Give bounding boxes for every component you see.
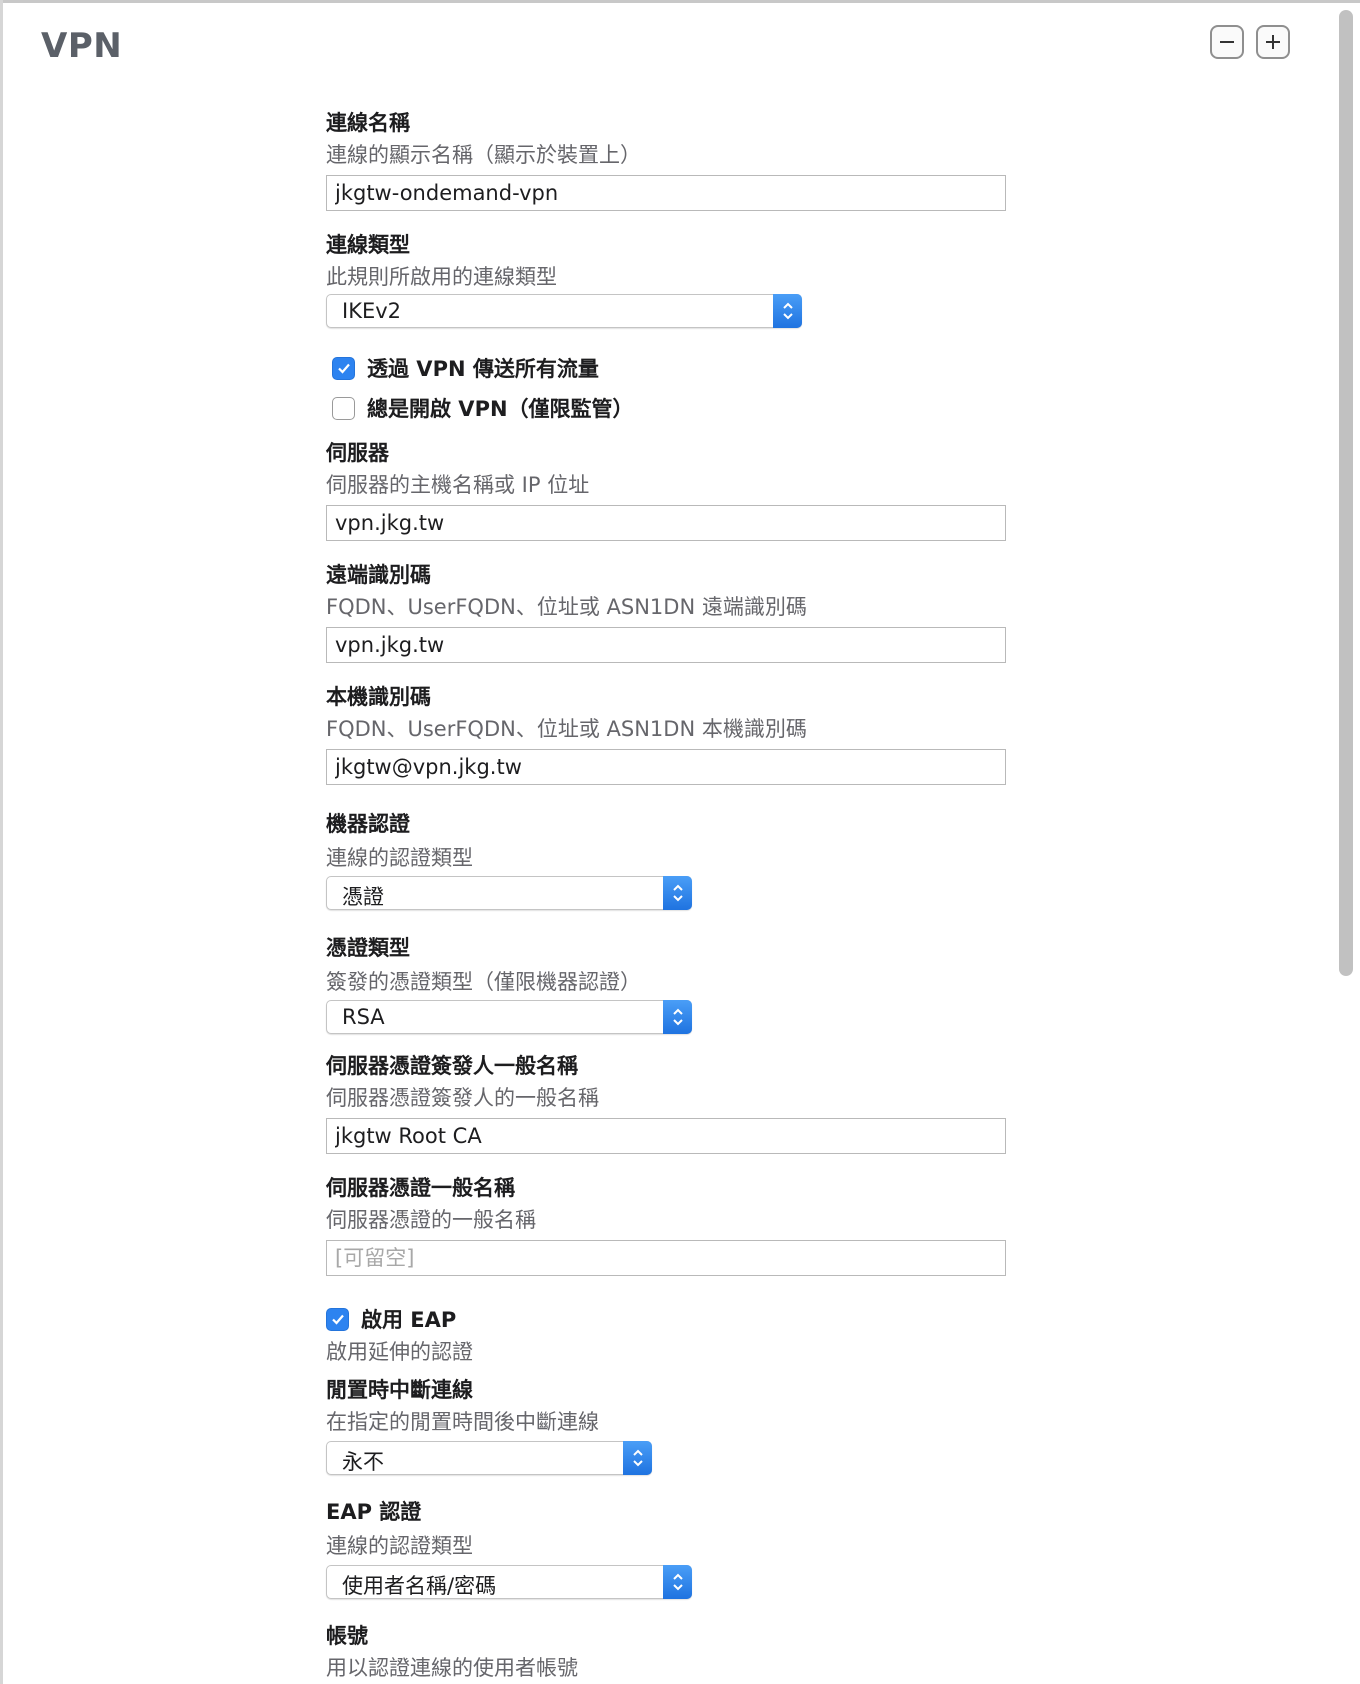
- machine-auth-select[interactable]: 憑證: [326, 876, 692, 910]
- cert-type-desc: 簽發的憑證類型（僅限機器認證）: [326, 970, 641, 994]
- chevron-up-down-icon: [623, 1441, 652, 1475]
- minus-icon: [1220, 41, 1234, 43]
- local-id-title: 本機識別碼: [326, 685, 431, 709]
- idle-disconnect-select[interactable]: 永不: [326, 1441, 652, 1475]
- cert-type-select[interactable]: RSA: [326, 1000, 692, 1034]
- eap-auth-desc: 連線的認證類型: [326, 1534, 473, 1558]
- eap-auth-select[interactable]: 使用者名稱/密碼: [326, 1565, 692, 1599]
- machine-auth-title: 機器認證: [326, 812, 410, 836]
- idle-disconnect-title: 閒置時中斷連線: [326, 1378, 473, 1402]
- checkmark-icon: [331, 1314, 344, 1325]
- enable-eap-desc: 啟用延伸的認證: [326, 1340, 473, 1364]
- pane-title: VPN: [41, 26, 123, 66]
- machine-auth-desc: 連線的認證類型: [326, 846, 473, 870]
- always-on-checkbox[interactable]: [332, 396, 355, 420]
- enable-eap-checkbox-row[interactable]: 啟用 EAP: [326, 1304, 456, 1334]
- plus-icon: [1266, 35, 1280, 49]
- connection-type-select[interactable]: IKEv2: [326, 294, 802, 328]
- chevron-up-down-icon: [663, 1565, 692, 1599]
- cert-type-title: 憑證類型: [326, 936, 410, 960]
- server-cert-cn-input[interactable]: [326, 1240, 1006, 1276]
- server-cert-issuer-cn-desc: 伺服器憑證簽發人的一般名稱: [326, 1086, 599, 1110]
- connection-name-title: 連線名稱: [326, 111, 410, 135]
- remote-id-input[interactable]: [326, 627, 1006, 663]
- local-id-desc: FQDN、UserFQDN、位址或 ASN1DN 本機識別碼: [326, 717, 807, 741]
- idle-disconnect-value: 永不: [342, 1450, 384, 1474]
- send-all-traffic-label: 透過 VPN 傳送所有流量: [367, 357, 599, 381]
- scrollbar-thumb[interactable]: [1339, 10, 1353, 976]
- server-cert-issuer-cn-title: 伺服器憑證簽發人一般名稱: [326, 1054, 578, 1078]
- connection-type-title: 連線類型: [326, 233, 410, 257]
- send-all-traffic-checkbox-row[interactable]: 透過 VPN 傳送所有流量: [332, 353, 599, 383]
- enable-eap-label: 啟用 EAP: [361, 1308, 457, 1332]
- local-id-input[interactable]: [326, 749, 1006, 785]
- server-cert-issuer-cn-input[interactable]: [326, 1118, 1006, 1154]
- always-on-label: 總是開啟 VPN（僅限監管）: [367, 397, 634, 421]
- send-all-traffic-checkbox[interactable]: [332, 356, 355, 380]
- server-input[interactable]: [326, 505, 1006, 541]
- window-top-border: [0, 0, 1360, 3]
- connection-name-desc: 連線的顯示名稱（顯示於裝置上）: [326, 143, 641, 167]
- server-cert-cn-title: 伺服器憑證一般名稱: [326, 1176, 515, 1200]
- remove-payload-button[interactable]: [1210, 25, 1244, 59]
- connection-name-input[interactable]: [326, 175, 1006, 211]
- eap-auth-value: 使用者名稱/密碼: [342, 1574, 497, 1598]
- window-left-border: [0, 0, 3, 1684]
- remote-id-title: 遠端識別碼: [326, 563, 431, 587]
- account-desc: 用以認證連線的使用者帳號: [326, 1656, 578, 1680]
- machine-auth-value: 憑證: [342, 885, 384, 909]
- remote-id-desc: FQDN、UserFQDN、位址或 ASN1DN 遠端識別碼: [326, 595, 807, 619]
- enable-eap-checkbox[interactable]: [326, 1307, 349, 1331]
- connection-type-desc: 此規則所啟用的連線類型: [326, 265, 557, 289]
- cert-type-value: RSA: [342, 1005, 385, 1029]
- chevron-up-down-icon: [663, 876, 692, 910]
- eap-auth-title: EAP 認證: [326, 1500, 422, 1524]
- checkmark-icon: [337, 363, 350, 374]
- always-on-checkbox-row[interactable]: 總是開啟 VPN（僅限監管）: [332, 393, 634, 423]
- server-title: 伺服器: [326, 441, 389, 465]
- idle-disconnect-desc: 在指定的閒置時間後中斷連線: [326, 1410, 599, 1434]
- chevron-up-down-icon: [663, 1000, 692, 1034]
- add-payload-button[interactable]: [1256, 25, 1290, 59]
- server-desc: 伺服器的主機名稱或 IP 位址: [326, 473, 590, 497]
- server-cert-cn-desc: 伺服器憑證的一般名稱: [326, 1208, 536, 1232]
- chevron-up-down-icon: [773, 294, 802, 328]
- connection-type-value: IKEv2: [342, 299, 402, 323]
- account-title: 帳號: [326, 1624, 368, 1648]
